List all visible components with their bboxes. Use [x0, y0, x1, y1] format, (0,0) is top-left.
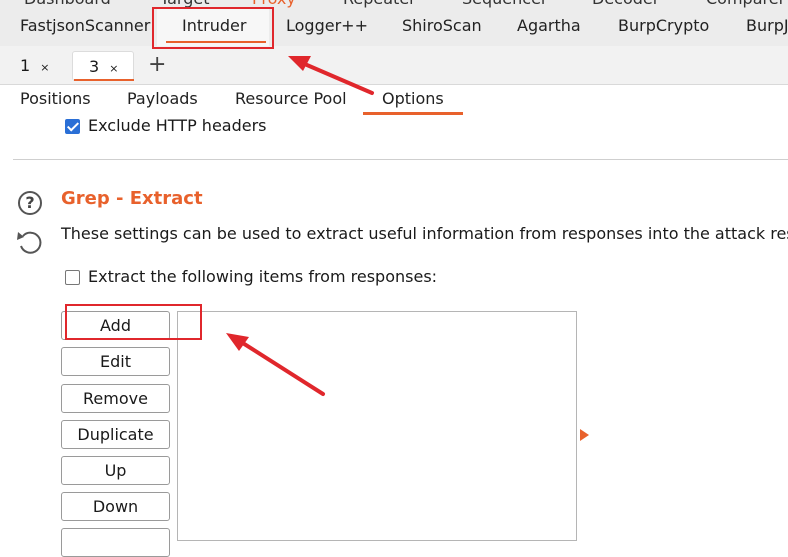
top-tool-strip: Dashboard Target Proxy Repeater Sequence…	[0, 0, 788, 8]
extract-items-label: Extract the following items from respons…	[88, 267, 438, 286]
exclude-headers-checkbox[interactable]	[65, 119, 80, 134]
extract-items-list[interactable]	[177, 311, 577, 541]
close-icon[interactable]: ×	[109, 62, 118, 75]
tab-burpcrypto[interactable]: BurpCrypto	[618, 8, 709, 46]
plus-icon[interactable]: +	[148, 51, 166, 81]
active-subtab-underline	[363, 112, 463, 115]
sub-tab-bar: Positions Payloads Resource Pool Options	[0, 85, 788, 115]
tab-repeater[interactable]: Repeater	[343, 0, 416, 8]
clear-button[interactable]	[61, 528, 170, 557]
reset-icon[interactable]	[17, 231, 42, 254]
tab-dashboard[interactable]: Dashboard	[24, 0, 111, 8]
tab-burpj[interactable]: BurpJ	[746, 8, 788, 46]
tab-logger[interactable]: Logger++	[286, 8, 368, 46]
tool-tab-bar: FastjsonScanner Logger++ ShiroScan Agart…	[0, 8, 788, 46]
annotation-box-add	[65, 304, 202, 340]
annotation-box-intruder	[152, 7, 274, 49]
exclude-headers-label: Exclude HTTP headers	[88, 116, 267, 135]
extract-items-checkbox[interactable]	[65, 270, 80, 285]
tab-comparer[interactable]: Comparer	[706, 0, 785, 8]
tab-sequencer[interactable]: Sequencer	[462, 0, 548, 8]
instance-tab-3[interactable]: 3 ×	[72, 51, 134, 81]
section-title: Grep - Extract	[61, 188, 203, 209]
triangle-right-icon[interactable]	[580, 429, 589, 441]
section-divider	[13, 159, 788, 160]
tab-payloads[interactable]: Payloads	[127, 89, 198, 108]
tab-resource-pool[interactable]: Resource Pool	[235, 89, 347, 108]
down-button[interactable]: Down	[61, 492, 170, 521]
duplicate-button[interactable]: Duplicate	[61, 420, 170, 449]
close-icon[interactable]: ×	[40, 61, 49, 74]
instance-tab-label: 3	[89, 57, 100, 76]
tab-options[interactable]: Options	[382, 89, 444, 108]
up-button[interactable]: Up	[61, 456, 170, 485]
active-instance-underline	[74, 79, 134, 81]
instance-tab-1[interactable]: 1 ×	[8, 51, 62, 81]
tab-agartha[interactable]: Agartha	[517, 8, 581, 46]
section-description: These settings can be used to extract us…	[61, 224, 788, 243]
remove-button[interactable]: Remove	[61, 384, 170, 413]
help-circle-icon[interactable]: ?	[18, 191, 42, 215]
instance-tab-label: 1	[20, 56, 31, 75]
edit-button[interactable]: Edit	[61, 347, 170, 376]
tab-decoder[interactable]: Decoder	[592, 0, 659, 8]
tab-shiroscan[interactable]: ShiroScan	[402, 8, 482, 46]
tab-positions[interactable]: Positions	[20, 89, 91, 108]
tab-fastjsonscanner[interactable]: FastjsonScanner	[20, 8, 150, 46]
